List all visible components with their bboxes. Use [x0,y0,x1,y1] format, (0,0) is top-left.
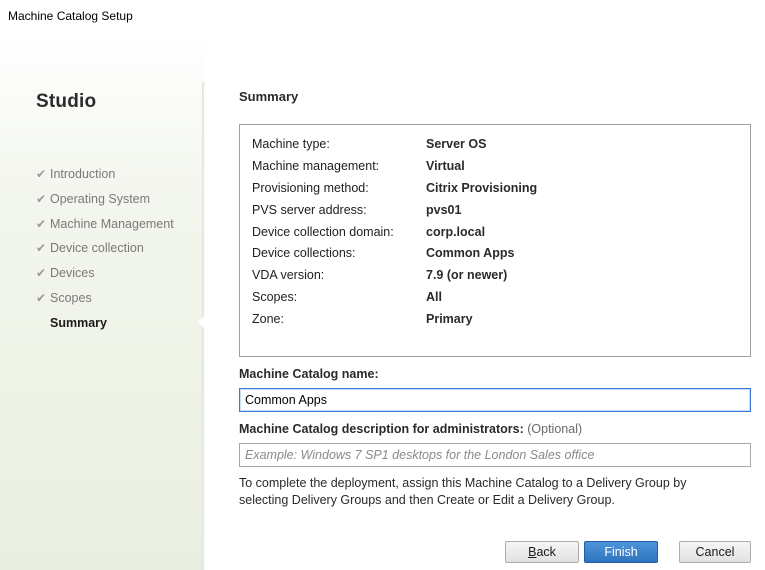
summary-key: Machine management: [252,159,380,173]
check-icon: ✔ [36,266,47,281]
summary-key: Device collections: [252,246,356,260]
deployment-note: To complete the deployment, assign this … [239,476,687,507]
optional-hint: (Optional) [527,422,583,436]
step-label: Devices [50,266,95,281]
check-icon: ✔ [36,241,47,256]
check-icon: ✔ [36,290,47,305]
summary-key: Zone: [252,312,284,326]
summary-key: Device collection domain: [252,225,394,239]
window-title: Machine Catalog Setup [8,9,133,23]
summary-key: PVS server address: [252,203,367,217]
summary-value: pvs01 [426,203,462,217]
step-label: Machine Management [50,216,174,231]
app-name: Studio [36,91,97,112]
summary-value: Virtual [426,159,465,173]
summary-key: Machine type: [252,137,330,151]
summary-value: Citrix Provisioning [426,181,538,195]
catalog-description-label: Machine Catalog description for administ… [239,422,582,436]
page-title: Summary [239,89,299,104]
catalog-name-input[interactable] [239,388,751,412]
summary-value: Server OS [426,137,487,151]
catalog-name-label: Machine Catalog name: [239,367,379,381]
title-bar: Machine Catalog Setup [0,0,765,32]
wizard-sidebar: Studio ✔ Introduction ✔ Operating System ✔… [0,32,205,570]
summary-key: Provisioning method: [252,181,369,195]
back-label: ack [536,545,556,559]
summary-value: 7.9 (or newer) [426,268,508,282]
step-label: Device collection [50,241,144,256]
step-label: Operating System [50,191,151,206]
check-icon: ✔ [36,216,47,231]
summary-key: VDA version: [252,268,325,282]
check-icon: ✔ [36,167,47,181]
summary-key: Scopes: [252,290,298,304]
wizard-content: Summary Machine type: Server OS Machine m… [205,32,765,570]
catalog-description-input[interactable] [239,443,751,467]
check-icon: ✔ [36,191,47,206]
summary-value: Common Apps [426,246,515,260]
catalog-description-label-text: Machine Catalog description for administ… [239,422,524,436]
summary-value: All [426,290,442,304]
step-label: Scopes [50,290,92,305]
finish-button[interactable]: Finish [584,541,658,563]
cancel-button[interactable]: Cancel [679,541,751,563]
back-button[interactable]: Back [505,541,579,563]
step-label: Introduction [50,167,116,181]
summary-panel: Machine type: Server OS Machine managemen… [239,124,751,357]
summary-value: corp.local [426,225,486,239]
summary-value: Primary [426,312,473,326]
step-label: Summary [50,315,107,330]
